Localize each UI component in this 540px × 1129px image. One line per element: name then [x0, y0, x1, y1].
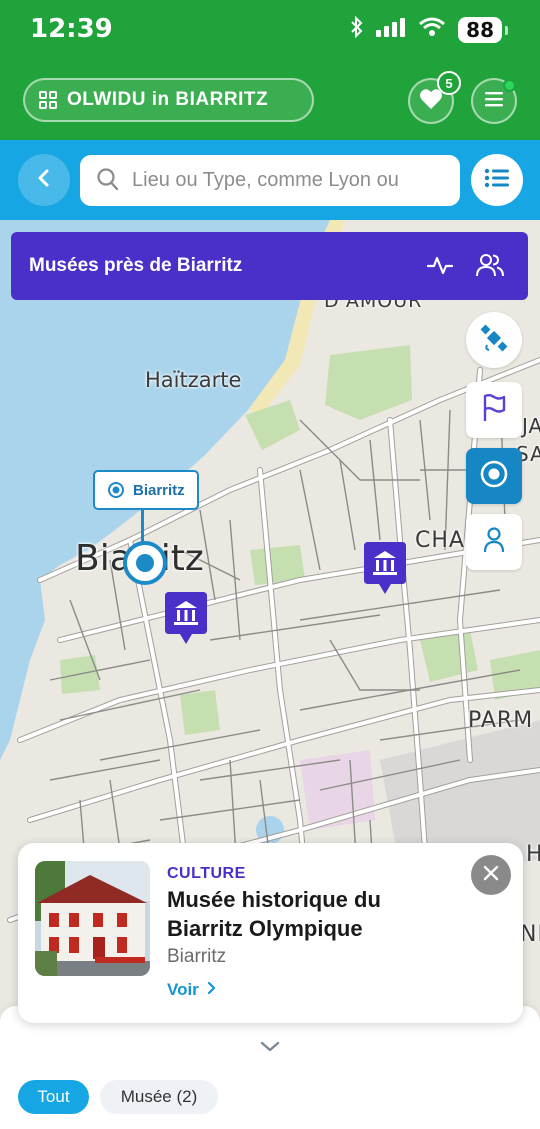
favorites-button[interactable]: 5 [408, 71, 461, 124]
location-tag[interactable]: Biarritz [93, 470, 199, 510]
location-tag-label: Biarritz [133, 481, 185, 499]
map-label-haitzarte: Haïtzarte [145, 368, 242, 392]
target-icon [479, 459, 509, 494]
brand-label: OLWIDU in BIARRITZ [67, 89, 269, 110]
person-icon [482, 526, 506, 559]
bluetooth-icon [350, 15, 364, 43]
museum-icon [364, 542, 406, 594]
notification-dot [503, 79, 516, 92]
place-title: Musée historique du Biarritz Olympique [167, 887, 381, 941]
map-label-ja: JA [522, 414, 540, 438]
wifi-icon [418, 17, 446, 42]
target-small-icon [107, 481, 125, 499]
chevron-right-icon [207, 980, 216, 1000]
museum-marker[interactable] [364, 542, 406, 594]
map-label-h: H [526, 842, 540, 867]
list-view-button[interactable] [471, 154, 523, 206]
map-label-parm: PARM [468, 708, 534, 733]
place-thumbnail [35, 861, 150, 976]
close-icon [483, 865, 499, 886]
map-label-nd: ND [520, 922, 540, 947]
status-time: 12:39 [30, 14, 113, 44]
grid-icon [39, 91, 57, 109]
view-link[interactable]: Voir [167, 980, 216, 1000]
museum-marker[interactable] [165, 592, 207, 644]
search-input[interactable] [80, 155, 460, 206]
results-title: Musées près de Biarritz [29, 255, 243, 276]
place-category: CULTURE [167, 865, 246, 882]
filter-chip-all[interactable]: Tout [18, 1080, 89, 1114]
app-header: 12:39 88 OLWIDU in BIARRITZ 5 [0, 0, 540, 140]
filter-chip-museum[interactable]: Musée (2) [100, 1080, 218, 1114]
activity-icon[interactable] [426, 251, 454, 285]
place-detail-card[interactable]: CULTURE Musée historique du Biarritz Oly… [18, 843, 523, 1023]
museum-icon [165, 592, 207, 644]
battery-level: 88 [458, 16, 508, 43]
banner-actions [426, 251, 504, 285]
place-city: Biarritz [167, 946, 227, 967]
signal-icon [376, 17, 406, 42]
users-icon[interactable] [476, 251, 504, 285]
satellite-toggle-button[interactable] [466, 312, 522, 368]
close-card-button[interactable] [471, 855, 511, 895]
chevron-left-icon [37, 169, 51, 192]
hamburger-icon [484, 91, 504, 112]
status-icons: 88 [350, 15, 508, 43]
user-button[interactable] [466, 514, 522, 570]
status-bar: 12:39 88 [0, 0, 540, 60]
list-icon [484, 168, 510, 193]
view-link-label: Voir [167, 980, 199, 999]
back-button[interactable] [18, 154, 70, 206]
results-banner: Musées près de Biarritz [11, 232, 528, 300]
search-icon [96, 166, 120, 197]
chevron-down-icon[interactable] [259, 1040, 281, 1059]
current-location-marker[interactable] [123, 541, 167, 585]
location-stem [141, 510, 144, 542]
my-location-button[interactable] [466, 448, 522, 504]
menu-button[interactable] [471, 78, 517, 124]
favorites-count-badge: 5 [437, 71, 461, 95]
flag-button[interactable] [466, 382, 522, 438]
heart-icon [419, 88, 443, 115]
brand-button[interactable]: OLWIDU in BIARRITZ [23, 78, 314, 122]
map-label-cha: CHA [415, 528, 465, 553]
satellite-icon [479, 323, 509, 358]
flag-icon [481, 393, 507, 428]
